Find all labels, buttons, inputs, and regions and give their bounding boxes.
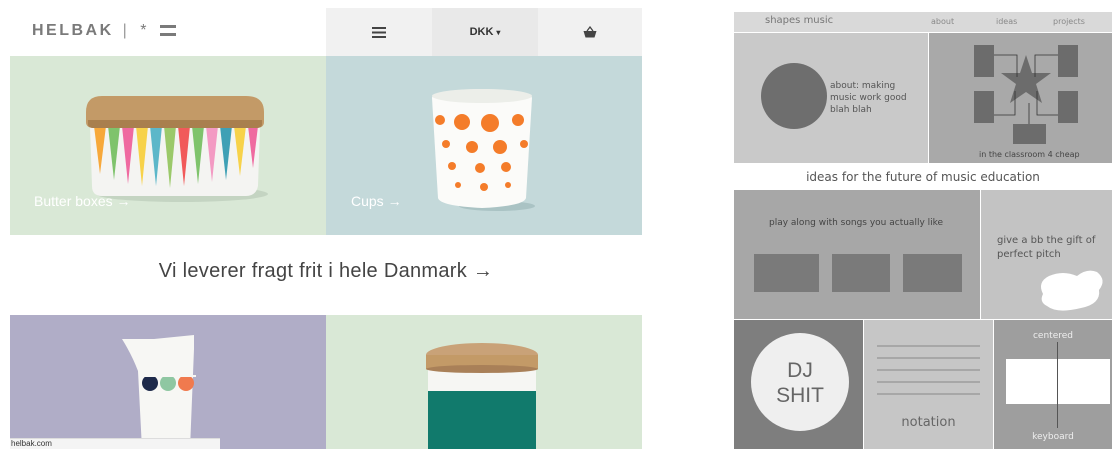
center-line bbox=[1057, 342, 1058, 428]
staff-lines bbox=[877, 345, 980, 395]
about-section: about: making music work good blah blah bbox=[734, 33, 928, 163]
notation-label: notation bbox=[901, 415, 956, 430]
play-along-section: play along with songs you actually like bbox=[734, 190, 980, 319]
ideas-heading: ideas for the future of music education bbox=[806, 170, 1040, 184]
top-nav: shapes music about ideas projects bbox=[734, 12, 1112, 32]
brand-link[interactable]: shapes music bbox=[765, 15, 833, 26]
classroom-caption: in the classroom 4 cheap bbox=[979, 150, 1080, 159]
site-header: HELBAK | * DKK ▾ bbox=[10, 8, 642, 56]
song-thumbnail[interactable] bbox=[903, 254, 962, 292]
blob-shape bbox=[1041, 270, 1103, 311]
nav-projects[interactable]: projects bbox=[1053, 17, 1085, 26]
category-tile-butter-boxes[interactable]: Butter boxes → bbox=[10, 56, 326, 235]
shipping-banner-link[interactable]: Vi leverer fragt frit i hele Danmark → bbox=[10, 260, 642, 283]
category-tile-cups[interactable]: Cups → bbox=[326, 56, 642, 235]
hamburger-icon bbox=[372, 26, 386, 38]
about-circle bbox=[761, 63, 827, 129]
logo-separator: | bbox=[122, 22, 130, 39]
category-tile-pitchers[interactable] bbox=[10, 315, 326, 449]
currency-selector[interactable]: DKK ▾ bbox=[432, 8, 538, 56]
helbak-logo[interactable]: HELBAK | * bbox=[32, 22, 176, 40]
tile-label: Cups → bbox=[351, 193, 402, 209]
classroom-diagram bbox=[974, 45, 1078, 144]
category-tile-storage-jars[interactable] bbox=[326, 315, 642, 449]
shapes-music-wireframe: shapes music about ideas projects about:… bbox=[734, 12, 1112, 449]
tile-label: Butter boxes → bbox=[34, 193, 131, 209]
notation-section: notation bbox=[864, 320, 993, 449]
logo-bars-icon bbox=[159, 25, 176, 36]
keyboard-label: keyboard bbox=[1032, 432, 1074, 442]
song-thumbnail[interactable] bbox=[832, 254, 890, 292]
perfect-pitch-section: give a bb the gift of perfect pitch bbox=[981, 190, 1112, 319]
logo-star: * bbox=[140, 22, 149, 39]
nav-about[interactable]: about bbox=[931, 17, 954, 26]
basket-icon bbox=[583, 26, 597, 38]
chevron-down-icon: ▾ bbox=[496, 27, 501, 37]
dj-line-2: SHIT bbox=[776, 384, 824, 407]
currency-label: DKK bbox=[469, 26, 494, 38]
status-bar-url: helbak.com bbox=[10, 438, 220, 449]
dj-line-1: DJ bbox=[787, 359, 813, 382]
dj-section: DJ SHIT bbox=[734, 320, 863, 449]
storage-jar-image bbox=[426, 343, 538, 449]
pitcher-image bbox=[122, 335, 196, 449]
nav-ideas[interactable]: ideas bbox=[996, 17, 1017, 26]
helbak-site: HELBAK | * DKK ▾ Butter boxes → Cups → V… bbox=[10, 8, 642, 449]
menu-button[interactable] bbox=[326, 8, 432, 56]
play-along-text: play along with songs you actually like bbox=[769, 218, 944, 228]
keyboard-box[interactable] bbox=[1006, 359, 1110, 404]
about-text: about: making music work good blah blah bbox=[830, 81, 907, 115]
centered-label: centered bbox=[1032, 331, 1073, 341]
song-thumbnail[interactable] bbox=[754, 254, 819, 292]
keyboard-section: centered keyboard bbox=[994, 320, 1112, 449]
classroom-section: in the classroom 4 cheap bbox=[929, 33, 1112, 163]
cart-button[interactable] bbox=[538, 8, 642, 56]
logo-wordmark: HELBAK bbox=[32, 22, 114, 39]
dj-title: DJ SHIT bbox=[751, 358, 849, 408]
